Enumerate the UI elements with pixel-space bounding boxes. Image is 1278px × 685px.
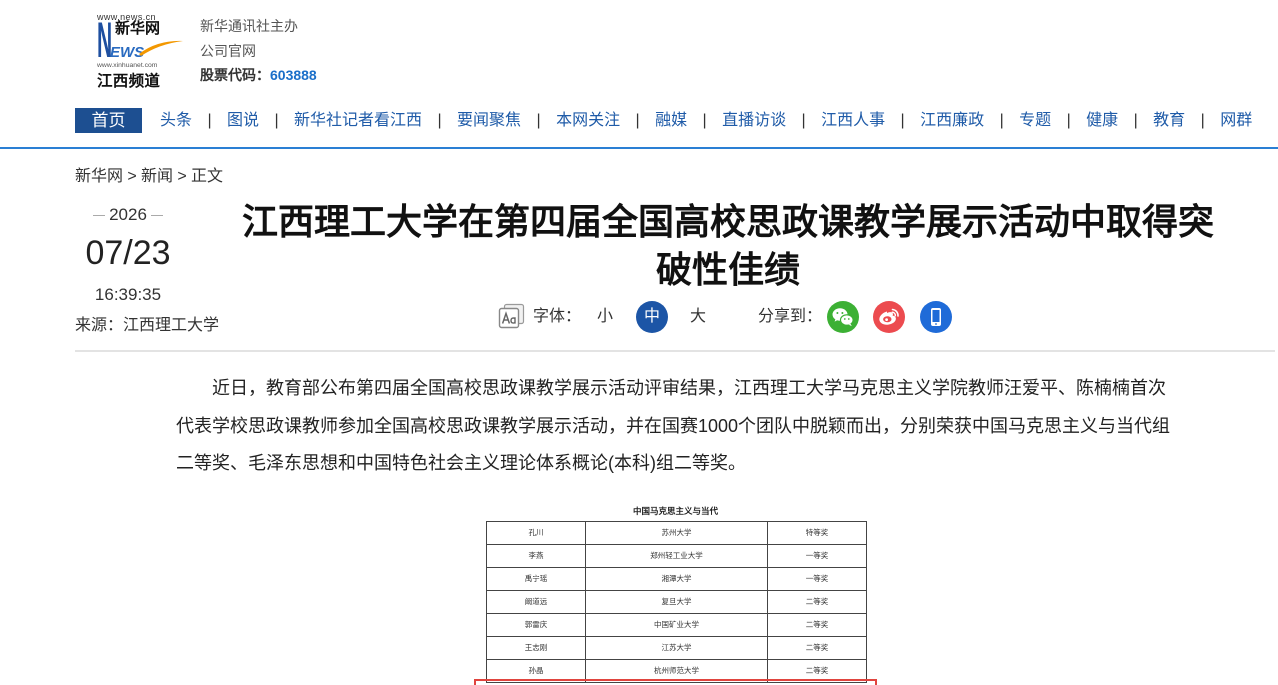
wechat-icon xyxy=(832,308,854,327)
table-cell-award: 特等奖 xyxy=(767,521,867,545)
breadcrumb: 新华网 > 新闻 > 正文 xyxy=(75,168,223,186)
breadcrumb-current: 正文 xyxy=(191,168,224,185)
weibo-icon xyxy=(879,308,899,325)
table-cell-name: 李燕 xyxy=(486,544,586,568)
nav-item-news-focus[interactable]: 要闻聚焦 xyxy=(457,108,521,133)
nav-item-health[interactable]: 健康 xyxy=(1086,108,1118,133)
nav-separator: | xyxy=(274,112,279,129)
table-cell-award: 二等奖 xyxy=(767,636,867,660)
nav-item-live-interviews[interactable]: 直播访谈 xyxy=(722,108,786,133)
nav-item-photos[interactable]: 图说 xyxy=(227,108,259,133)
nav-separator: | xyxy=(207,112,212,129)
logo-brand-name: 新华网 xyxy=(115,20,161,37)
font-size-icon xyxy=(498,303,525,329)
table-cell-university: 中国矿业大学 xyxy=(585,613,768,637)
article-title: 江西理工大学在第四届全国高校思政课教学展示活动中取得突破性佳绩 xyxy=(241,201,1214,290)
table-cell-award: 一等奖 xyxy=(767,567,867,591)
title-divider xyxy=(75,350,1275,352)
nav-separator: | xyxy=(536,112,541,129)
image-award-table: 孔川 苏州大学 特等奖 李燕 郑州轻工业大学 一等奖 禹宁瑶 湘潭大学 一等奖 … xyxy=(486,521,867,683)
publish-year-row: 2026 xyxy=(75,205,181,225)
article-paragraph: 近日，教育部公布第四届全国高校思政课教学展示活动评审结果，江西理工大学马克思主义… xyxy=(176,378,1171,473)
article-image-award-table: 中国马克思主义与当代 孔川 苏州大学 特等奖 李燕 郑州轻工业大学 一等奖 禹宁… xyxy=(474,500,877,685)
nav-separator: | xyxy=(702,112,707,129)
nav-item-personnel[interactable]: 江西人事 xyxy=(821,108,885,133)
table-row: 禹宁瑶 湘潭大学 一等奖 xyxy=(486,567,867,591)
stock-code-label: 股票代码： xyxy=(200,67,270,83)
nav-item-topics[interactable]: 专题 xyxy=(1019,108,1051,133)
table-cell-name: 王志刚 xyxy=(486,636,586,660)
site-logo[interactable]: www.news.cn N 新华网 EWS www.xinhuanet.com … xyxy=(95,12,187,92)
stock-code-value: 603888 xyxy=(270,67,317,83)
share-weibo-button[interactable] xyxy=(873,301,905,333)
font-size-medium-button[interactable]: 中 xyxy=(636,301,668,333)
nav-item-home[interactable]: 首页 xyxy=(75,108,142,133)
sponsor-text: 新华通讯社主办 xyxy=(200,18,298,34)
nav-separator: | xyxy=(1066,112,1071,129)
nav-item-network[interactable]: 网群 xyxy=(1220,108,1252,133)
nav-separator: | xyxy=(437,112,442,129)
table-cell-university: 复旦大学 xyxy=(585,590,768,614)
year-rule-right xyxy=(150,214,163,216)
nav-separator: | xyxy=(1200,112,1205,129)
font-size-small-button[interactable]: 小 xyxy=(589,301,621,333)
table-cell-university: 湘潭大学 xyxy=(585,567,768,591)
table-cell-university: 江苏大学 xyxy=(585,636,768,660)
table-cell-award: 一等奖 xyxy=(767,544,867,568)
year-rule-left xyxy=(93,214,106,216)
image-highlight-box xyxy=(474,679,877,685)
main-nav: 首页 头条 | 图说 | 新华社记者看江西 | 要闻聚焦 | 本网关注 | 融媒… xyxy=(75,108,1252,133)
table-cell-name: 郭雷庆 xyxy=(486,613,586,637)
nav-separator: | xyxy=(999,112,1004,129)
publish-date: 07/23 xyxy=(85,234,171,272)
nav-item-reporters-jiangxi[interactable]: 新华社记者看江西 xyxy=(294,108,422,133)
publish-year: 2026 xyxy=(109,205,147,224)
nav-item-headlines[interactable]: 头条 xyxy=(160,108,192,133)
company-site-link[interactable]: 公司官网 xyxy=(200,42,256,60)
font-size-large-button[interactable]: 大 xyxy=(682,301,714,333)
breadcrumb-separator: > xyxy=(177,168,187,185)
nav-divider xyxy=(0,147,1278,149)
nav-separator: | xyxy=(900,112,905,129)
logo-channel-name: 江西频道 xyxy=(97,73,161,90)
logo-swoosh-icon xyxy=(139,40,183,56)
table-row: 孔川 苏州大学 特等奖 xyxy=(486,521,867,545)
logo-url-bottom: www.xinhuanet.com xyxy=(97,62,158,69)
nav-item-integrity[interactable]: 江西廉政 xyxy=(920,108,984,133)
source-value: 江西理工大学 xyxy=(123,317,220,334)
table-cell-award: 二等奖 xyxy=(767,590,867,614)
table-cell-university: 苏州大学 xyxy=(585,521,768,545)
article-source: 来源：江西理工大学 xyxy=(75,317,219,335)
table-cell-university: 郑州轻工业大学 xyxy=(585,544,768,568)
nav-item-media[interactable]: 融媒 xyxy=(655,108,687,133)
nav-item-site-attention[interactable]: 本网关注 xyxy=(556,108,620,133)
table-row: 李燕 郑州轻工业大学 一等奖 xyxy=(486,544,867,568)
breadcrumb-news[interactable]: 新闻 xyxy=(141,168,173,186)
nav-separator: | xyxy=(1133,112,1138,129)
share-label: 分享到： xyxy=(758,308,823,325)
source-label: 来源： xyxy=(75,317,124,334)
table-cell-name: 孔川 xyxy=(486,521,586,545)
table-row: 郭雷庆 中国矿业大学 二等奖 xyxy=(486,613,867,637)
publish-time: 16:39:35 xyxy=(94,285,162,304)
breadcrumb-separator: > xyxy=(127,168,137,185)
table-row: 阚道远 复旦大学 二等奖 xyxy=(486,590,867,614)
image-table-caption: 中国马克思主义与当代 xyxy=(632,506,718,516)
breadcrumb-home[interactable]: 新华网 xyxy=(75,168,123,186)
table-row: 王志刚 江苏大学 二等奖 xyxy=(486,636,867,660)
share-wechat-button[interactable] xyxy=(827,301,859,333)
nav-separator: | xyxy=(635,112,640,129)
table-cell-name: 禹宁瑶 xyxy=(486,567,586,591)
font-size-label: 字体： xyxy=(533,308,582,325)
table-cell-award: 二等奖 xyxy=(767,613,867,637)
mobile-icon xyxy=(931,308,941,326)
share-mobile-button[interactable] xyxy=(920,301,952,333)
nav-item-education[interactable]: 教育 xyxy=(1153,108,1185,133)
stock-code: 股票代码：603888 xyxy=(200,66,317,84)
nav-separator: | xyxy=(801,112,806,129)
table-cell-name: 阚道远 xyxy=(486,590,586,614)
